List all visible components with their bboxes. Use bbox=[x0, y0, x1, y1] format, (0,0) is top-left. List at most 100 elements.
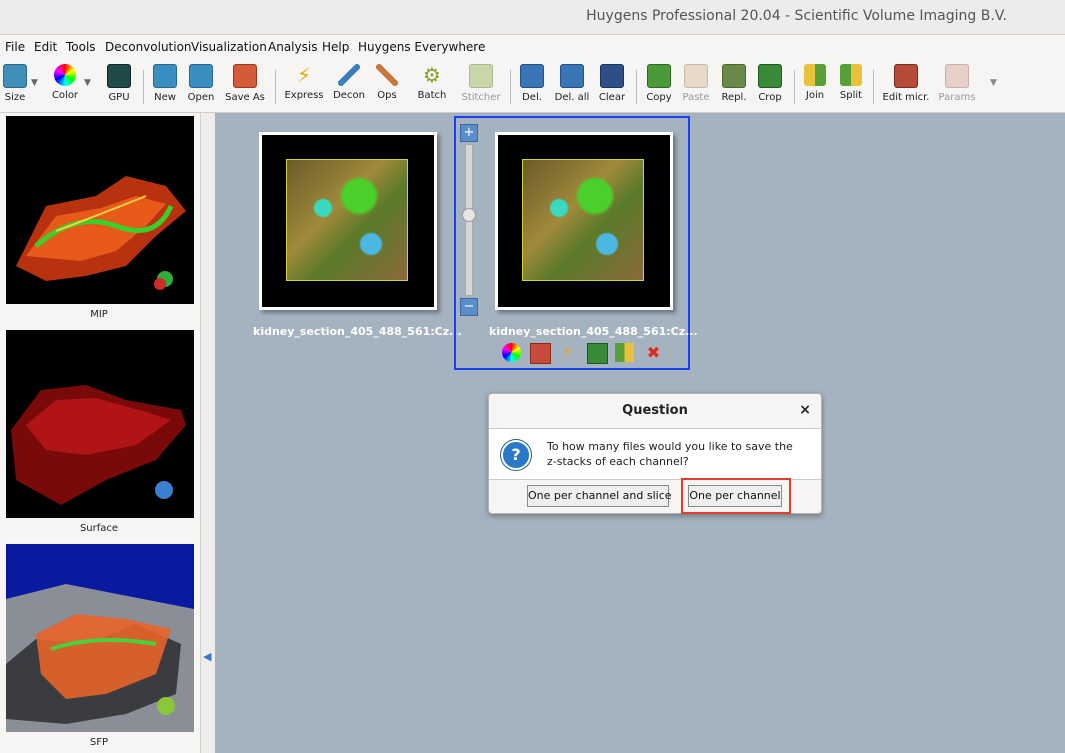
kidney-image bbox=[286, 159, 408, 281]
clear-button[interactable]: Clear bbox=[589, 62, 635, 103]
surface-render-image bbox=[11, 385, 186, 505]
title-bar: Huygens Professional 20.04 - Scientific … bbox=[0, 0, 1065, 35]
stitcher-button[interactable]: Stitcher bbox=[458, 62, 504, 103]
save-as-label: Save As bbox=[225, 92, 265, 103]
ops-label: Ops bbox=[377, 90, 397, 101]
delete-all-icon bbox=[560, 64, 584, 88]
split-icon[interactable] bbox=[615, 343, 634, 362]
image-label: kidney_section_405_488_561:Cz... bbox=[489, 325, 698, 338]
clear-label: Clear bbox=[598, 92, 626, 103]
color-dropdown-icon[interactable]: ▼ bbox=[84, 78, 91, 88]
color-wheel-icon bbox=[54, 64, 76, 86]
sfp-render-image bbox=[6, 584, 194, 732]
color-button[interactable]: Color bbox=[42, 62, 88, 101]
new-icon bbox=[153, 64, 177, 88]
surface-preview[interactable] bbox=[6, 330, 194, 518]
dialog-message: To how many files would you like to save… bbox=[547, 439, 793, 469]
ops-button[interactable]: Ops bbox=[364, 62, 410, 101]
dialog-message-line: To how many files would you like to save… bbox=[547, 440, 793, 453]
menu-file[interactable]: File bbox=[5, 40, 25, 54]
preview-sidebar: MIP Surface SFP bbox=[0, 113, 203, 753]
split-button[interactable]: Split bbox=[828, 62, 874, 101]
edit-params-icon[interactable] bbox=[530, 343, 551, 364]
express-button[interactable]: ⚡ Express bbox=[281, 62, 327, 101]
split-label: Split bbox=[839, 90, 863, 101]
replace-icon bbox=[722, 64, 746, 88]
dialog-body: ? To how many files would you like to sa… bbox=[489, 428, 821, 480]
paste-icon bbox=[684, 64, 708, 88]
surface-settings-icon bbox=[155, 481, 173, 499]
zoom-out-icon[interactable]: − bbox=[460, 298, 478, 316]
toolbar: Size ▼ Color ▼ GPU New Open Save As ⚡ Ex… bbox=[0, 58, 1065, 113]
question-icon: ? bbox=[501, 440, 531, 470]
size-icon bbox=[3, 64, 27, 88]
split-icon bbox=[840, 64, 862, 86]
close-icon[interactable]: × bbox=[799, 402, 811, 418]
image-thumbnail[interactable] bbox=[259, 132, 437, 310]
menu-edit[interactable]: Edit bbox=[34, 40, 57, 54]
replace-label: Repl. bbox=[721, 92, 747, 103]
new-label: New bbox=[154, 92, 176, 103]
copy-label: Copy bbox=[646, 92, 672, 103]
save-as-icon bbox=[233, 64, 257, 88]
close-icon[interactable]: ✖ bbox=[644, 343, 663, 362]
menu-deconvolution[interactable]: Deconvolution bbox=[105, 40, 192, 54]
sfp-settings-icon bbox=[157, 697, 175, 715]
save-as-button[interactable]: Save As bbox=[222, 62, 268, 103]
kidney-image bbox=[522, 159, 644, 281]
menu-visualization[interactable]: Visualization bbox=[191, 40, 267, 54]
color-label: Color bbox=[51, 90, 79, 101]
size-dropdown-icon[interactable]: ▼ bbox=[31, 78, 38, 88]
join-label: Join bbox=[805, 90, 825, 101]
toolbar-overflow-icon[interactable]: ▼ bbox=[990, 78, 997, 88]
wrench-icon bbox=[376, 64, 398, 86]
open-icon bbox=[189, 64, 213, 88]
zoom-slider[interactable]: + − bbox=[460, 124, 478, 316]
open-button[interactable]: Open bbox=[178, 62, 224, 103]
edit-microscope-button[interactable]: Edit micr. bbox=[882, 62, 930, 103]
sfp-preview[interactable] bbox=[6, 544, 194, 732]
crop-button[interactable]: Crop bbox=[747, 62, 793, 103]
menu-tools[interactable]: Tools bbox=[66, 40, 96, 54]
params-icon bbox=[945, 64, 969, 88]
color-wheel-icon[interactable] bbox=[502, 343, 521, 362]
one-per-channel-and-slice-button[interactable]: One per channel and slice bbox=[527, 485, 672, 507]
batch-label: Batch bbox=[417, 90, 447, 101]
open-label: Open bbox=[187, 92, 215, 103]
copy-icon bbox=[647, 64, 671, 88]
toolbar-separator bbox=[873, 70, 874, 104]
question-dialog: Question × ? To how many files would you… bbox=[488, 393, 822, 514]
dialog-title: Question bbox=[622, 403, 688, 418]
params-label: Params bbox=[938, 92, 976, 103]
image-label: kidney_section_405_488_561:Cz... bbox=[253, 325, 462, 338]
slider-handle[interactable] bbox=[462, 208, 476, 222]
size-label: Size bbox=[4, 92, 26, 103]
crop-icon bbox=[758, 64, 782, 88]
edit-microscope-icon bbox=[894, 64, 918, 88]
collapse-arrow-icon[interactable]: ◀ bbox=[203, 650, 211, 663]
crop-label: Crop bbox=[758, 92, 782, 103]
menu-huygens-everywhere[interactable]: Huygens Everywhere bbox=[358, 40, 485, 54]
gears-icon: ⚙ bbox=[423, 63, 441, 87]
express-label: Express bbox=[284, 90, 324, 101]
menu-help[interactable]: Help bbox=[322, 40, 349, 54]
params-button[interactable]: Params bbox=[934, 62, 980, 103]
mip-label: MIP bbox=[90, 309, 108, 320]
mip-preview[interactable] bbox=[6, 116, 194, 304]
menu-analysis[interactable]: Analysis bbox=[268, 40, 317, 54]
edit-microscope-label: Edit micr. bbox=[882, 92, 930, 103]
batch-button[interactable]: ⚙ Batch bbox=[409, 62, 455, 101]
stitcher-label: Stitcher bbox=[461, 92, 501, 103]
lightning-icon[interactable]: ⚡ bbox=[558, 343, 577, 362]
delete-icon bbox=[520, 64, 544, 88]
toolbar-separator bbox=[275, 70, 276, 104]
crop-icon[interactable] bbox=[587, 343, 608, 364]
menu-bar: File Edit Tools Deconvolution Visualizat… bbox=[0, 36, 1065, 58]
delete-label: Del. bbox=[522, 92, 542, 103]
highlight-box bbox=[681, 478, 791, 514]
zoom-in-icon[interactable]: + bbox=[460, 124, 478, 142]
selected-image-thumbnail[interactable] bbox=[495, 132, 673, 310]
gpu-button[interactable]: GPU bbox=[96, 62, 142, 103]
sfp-label: SFP bbox=[89, 737, 109, 748]
window-title: Huygens Professional 20.04 - Scientific … bbox=[586, 8, 1007, 24]
